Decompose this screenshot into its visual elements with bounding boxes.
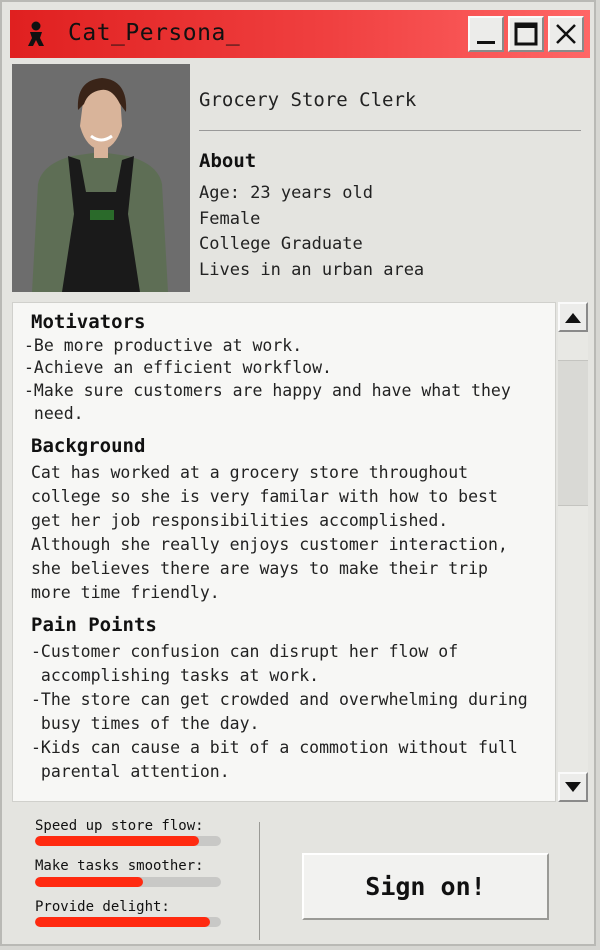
- pain-points-heading: Pain Points: [31, 614, 157, 636]
- arrow-up-icon: [565, 313, 581, 323]
- background-line: Although she really enjoys customer inte…: [31, 535, 508, 554]
- persona-window: Cat_Persona_ Grocery Store Clerk About A…: [0, 0, 596, 946]
- about-age: Age: 23 years old: [199, 183, 373, 203]
- motivator-line: need.: [24, 404, 84, 423]
- pain-point-line: parental attention.: [31, 762, 230, 781]
- scroll-up-button[interactable]: [558, 302, 588, 332]
- about-education: College Graduate: [199, 234, 363, 254]
- motivator-line: -Make sure customers are happy and have …: [24, 381, 511, 400]
- persona-photo: [12, 64, 190, 292]
- title-bar[interactable]: Cat_Persona_: [10, 10, 590, 58]
- background-heading: Background: [31, 435, 146, 457]
- motivator-line: -Be more productive at work.: [24, 336, 303, 355]
- goal-label-delight: Provide delight:: [35, 899, 170, 915]
- pain-point-line: -Kids can cause a bit of a commotion wit…: [31, 738, 518, 757]
- minimize-button[interactable]: [468, 16, 504, 52]
- minimize-icon: [477, 41, 495, 44]
- close-button[interactable]: [548, 16, 584, 52]
- goal-fill: [35, 877, 143, 887]
- pain-point-line: busy times of the day.: [31, 714, 260, 733]
- goal-bar-tasks: [35, 877, 221, 887]
- arrow-down-icon: [565, 782, 581, 792]
- sign-on-button[interactable]: Sign on!: [302, 853, 549, 920]
- background-line: she believes there are ways to make thei…: [31, 559, 488, 578]
- scroll-down-button[interactable]: [558, 772, 588, 802]
- background-line: more time friendly.: [31, 583, 220, 602]
- goal-bar-delight: [35, 917, 221, 927]
- about-heading: About: [199, 150, 257, 172]
- goal-label-store-flow: Speed up store flow:: [35, 818, 204, 834]
- motivator-line: -Achieve an efficient workflow.: [24, 358, 332, 377]
- pain-point-line: -The store can get crowded and overwhelm…: [31, 690, 528, 709]
- scroll-thumb[interactable]: [558, 360, 588, 506]
- header-divider: [199, 130, 581, 131]
- about-list: Age: 23 years old Female College Graduat…: [199, 181, 424, 283]
- app-person-icon: [24, 21, 48, 47]
- background-line: Cat has worked at a grocery store throug…: [31, 463, 469, 482]
- motivators-heading: Motivators: [31, 311, 146, 333]
- goal-bar-store-flow: [35, 836, 221, 846]
- about-location: Lives in an urban area: [199, 259, 425, 280]
- background-line: college so she is very familar with how …: [31, 487, 498, 506]
- pain-point-line: accomplishing tasks at work.: [31, 666, 320, 685]
- footer-divider: [259, 822, 260, 940]
- about-gender: Female: [199, 208, 261, 229]
- goal-fill: [35, 836, 199, 846]
- maximize-button[interactable]: [508, 16, 544, 52]
- pain-point-line: -Customer confusion can disrupt her flow…: [31, 642, 459, 661]
- vertical-scrollbar[interactable]: [558, 302, 588, 802]
- close-icon: [556, 24, 576, 44]
- goal-label-tasks: Make tasks smoother:: [35, 858, 204, 874]
- window-title: Cat_Persona_: [68, 20, 241, 46]
- persona-details-panel[interactable]: Motivators -Be more productive at work. …: [12, 302, 556, 802]
- maximize-icon: [514, 22, 538, 46]
- background-line: get her job responsibilities accomplishe…: [31, 511, 449, 530]
- goal-fill: [35, 917, 210, 927]
- persona-role: Grocery Store Clerk: [199, 89, 417, 111]
